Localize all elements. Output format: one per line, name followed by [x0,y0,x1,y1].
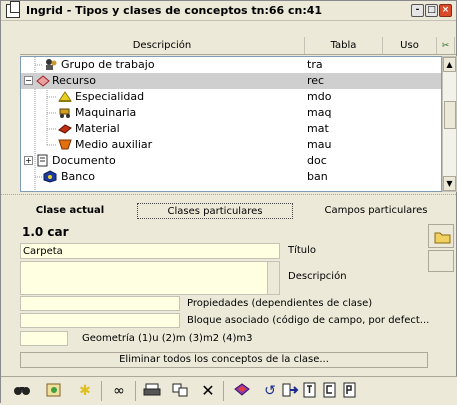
block-field[interactable] [20,313,180,328]
tree-item-tabla: mau [307,138,332,151]
splitter[interactable] [1,194,457,200]
tab-particular-fields[interactable]: Campos particulares [301,203,451,219]
tree-item-label: Maquinaria [75,106,137,119]
tree-item[interactable]: Material mat [21,121,441,137]
tree-item[interactable]: Medio auxiliar mau [21,137,441,153]
tree-item-label: Especialidad [75,90,145,103]
delete-icon[interactable]: ✕ [197,381,219,401]
tree-item-tabla: maq [307,106,332,119]
scroll-down-icon[interactable]: ▼ [443,176,456,191]
minimize-button[interactable]: - [411,4,424,17]
description-label: Descripción [288,271,347,282]
find-icon[interactable] [11,381,33,401]
window-title: Ingrid - Tipos y clases de conceptos tn:… [26,4,323,17]
export-icon[interactable] [279,381,301,401]
folder-button[interactable] [428,224,454,248]
description-scrollbar[interactable] [267,262,279,294]
material-icon [58,122,72,135]
tab-bar: Clase actual Clases particulares Campos … [1,201,457,221]
toolbar-separator [135,381,136,401]
tab-particular-classes[interactable]: Clases particulares [137,203,293,219]
tree-item[interactable]: Banco ban [21,169,441,185]
class-heading: 1.0 car [22,225,69,239]
auxiliary-icon [58,138,72,151]
tree-item-tabla: doc [307,154,327,167]
side-button-empty[interactable] [428,250,454,272]
properties-field[interactable] [20,296,180,311]
doc-p-icon[interactable] [339,381,361,401]
print-icon[interactable] [141,381,163,401]
image-search-icon[interactable] [43,381,65,401]
block-label: Bloque asociado (código de campo, por de… [187,315,430,326]
tree-item[interactable]: Maquinaria maq [21,105,441,121]
doc-t-icon[interactable] [299,381,321,401]
tree-scrollbar[interactable]: ▲ ▼ [442,56,457,192]
properties-label: Propiedades (dependientes de clase) [187,298,373,309]
link-icon[interactable]: ∞ [108,381,130,401]
book-icon[interactable] [231,381,253,401]
tree-item-tabla: mat [307,122,329,135]
scroll-up-icon[interactable]: ▲ [443,57,456,72]
toolbar-separator [223,381,224,401]
maximize-button[interactable]: □ [425,4,438,17]
tree-item-tabla: mdo [307,90,332,103]
tree-item-tabla: tra [307,58,323,71]
refresh-icon[interactable]: ↺ [259,381,281,401]
bottom-toolbar: ✱ ∞ ✕ ↺ [1,376,457,404]
close-button[interactable]: × [439,4,452,17]
machinery-icon [58,106,72,119]
resource-icon [36,74,50,87]
scroll-thumb[interactable] [444,101,456,129]
collapse-icon[interactable]: − [24,76,33,85]
tree-item[interactable]: Especialidad mdo [21,89,441,105]
description-field[interactable] [20,261,280,295]
bank-icon [43,170,57,183]
tree-item-label: Recurso [52,74,96,87]
expand-icon[interactable]: + [24,156,33,165]
tree-item-tabla: rec [307,74,325,87]
tree-item-label: Material [75,122,120,135]
class-panel: 1.0 car Carpeta Título Descripción Propi… [20,221,456,373]
tree-item-label: Banco [61,170,96,183]
geometry-field[interactable] [20,331,68,346]
col-corner-icon[interactable]: ✂ [437,37,455,54]
delete-all-concepts-button[interactable]: Eliminar todos los conceptos de la clase… [20,352,428,368]
column-header: Descripción Tabla Uso ✂ [20,37,456,55]
tree-item-label: Grupo de trabajo [61,58,155,71]
group-icon [44,58,58,71]
specialty-icon [58,90,72,103]
tree-item-selected[interactable]: − Recurso rec [21,73,441,89]
folder-icon [434,232,451,244]
tab-current-class[interactable]: Clase actual [20,203,120,219]
col-uso[interactable]: Uso [383,37,437,54]
tree-item[interactable]: Grupo de trabajo tra [21,57,441,73]
tree-item[interactable]: + Documento doc [21,153,441,169]
tree-item-tabla: ban [307,170,328,183]
title-label: Título [288,245,317,256]
toolbar-separator [101,381,102,401]
new-icon[interactable]: ✱ [74,381,96,401]
title-bar: Ingrid - Tipos y clases de conceptos tn:… [1,0,456,21]
app-icon [6,0,20,18]
concept-tree[interactable]: Grupo de trabajo tra − Recurso rec Espec… [20,56,442,192]
doc-c-icon[interactable] [319,381,341,401]
col-tabla[interactable]: Tabla [305,37,383,54]
col-description[interactable]: Descripción [20,37,305,54]
document-icon [36,154,50,167]
geometry-label: Geometría (1)u (2)m (3)m2 (4)m3 [82,333,253,344]
tree-item-label: Documento [52,154,116,167]
title-field[interactable]: Carpeta [20,243,280,259]
copy-icon[interactable] [169,381,191,401]
tree-item-label: Medio auxiliar [75,138,153,151]
main-window: Ingrid - Tipos y clases de conceptos tn:… [0,0,457,404]
